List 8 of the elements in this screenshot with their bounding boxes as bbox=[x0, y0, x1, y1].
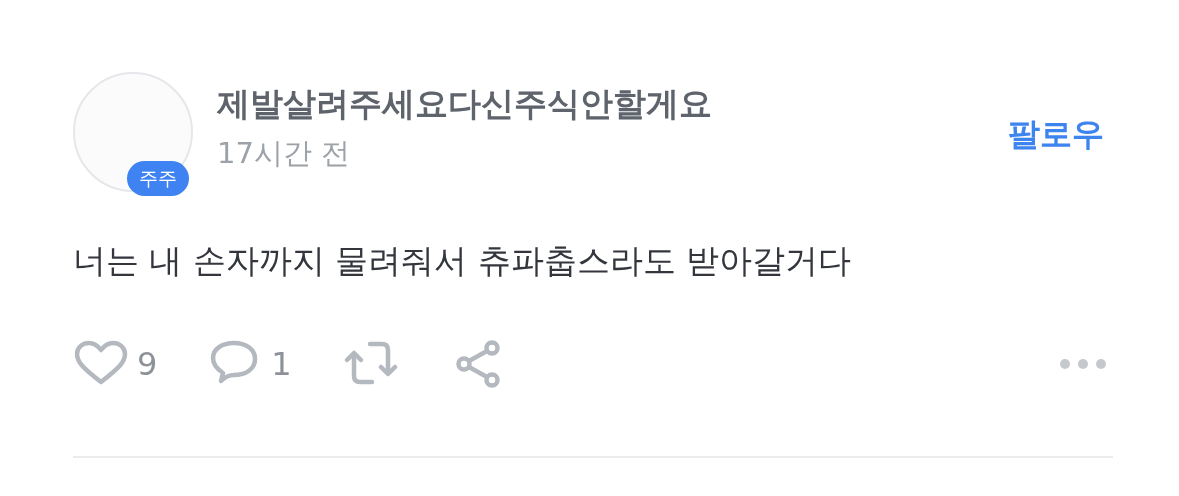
comment-count: 1 bbox=[271, 343, 292, 385]
like-count: 9 bbox=[137, 343, 158, 385]
more-options-icon[interactable] bbox=[1059, 357, 1107, 370]
follow-button[interactable]: 팔로우 bbox=[1008, 110, 1104, 158]
shareholder-badge: 주주 bbox=[127, 161, 189, 196]
post-text: 너는 내 손자까지 물려줘서 츄파춥스라도 받아갈거다 bbox=[73, 240, 853, 282]
author-name[interactable]: 제발살려주세요다신주식안할게요 bbox=[217, 84, 1008, 124]
post-time: 17시간 전 bbox=[217, 134, 352, 172]
